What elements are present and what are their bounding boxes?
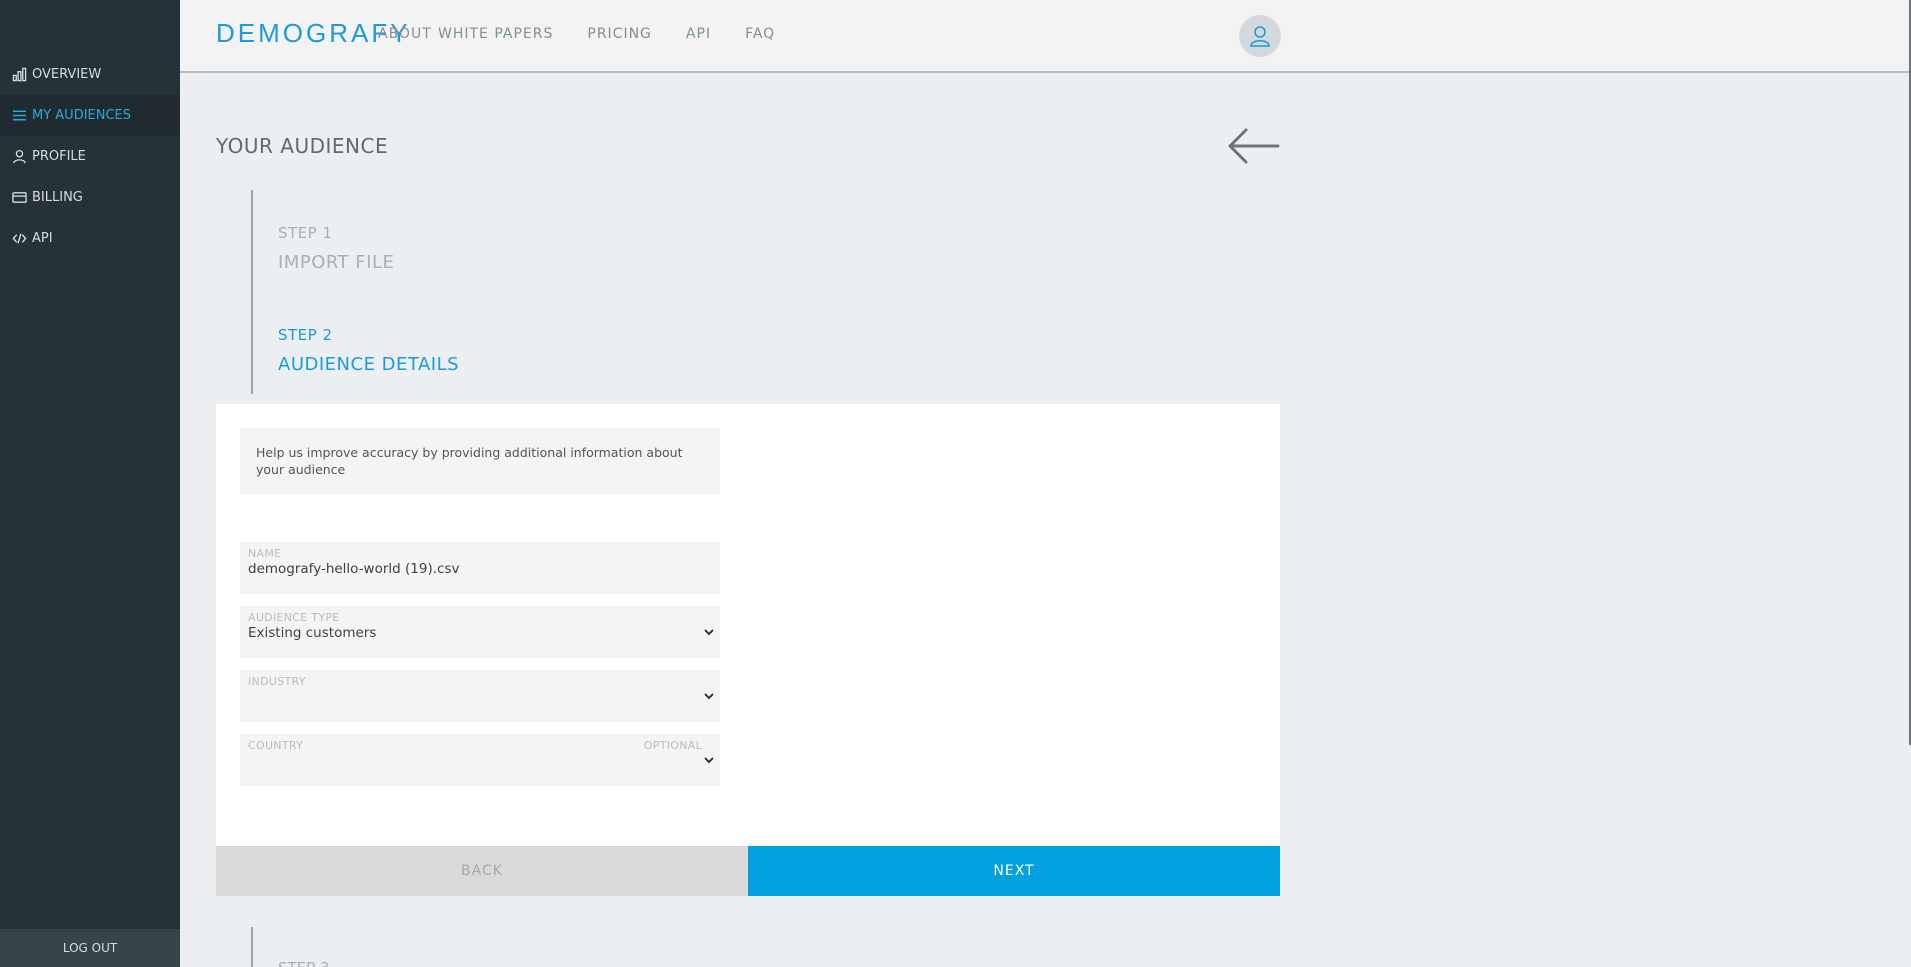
credit-card-icon bbox=[11, 190, 27, 206]
optional-label: OPTIONAL bbox=[643, 739, 702, 752]
audience-details-card: Help us improve accuracy by providing ad… bbox=[216, 404, 1280, 846]
step-2-title: AUDIENCE DETAILS bbox=[278, 354, 460, 375]
sidebar-item-overview[interactable]: OVERVIEW bbox=[0, 54, 180, 95]
sidebar-item-api[interactable]: API bbox=[0, 218, 180, 259]
step-divider bbox=[251, 190, 253, 394]
select-value: Existing customers bbox=[248, 625, 377, 641]
field-label: NAME bbox=[248, 547, 282, 560]
name-input[interactable]: demografy-hello-world (19).csv bbox=[248, 561, 459, 577]
step-divider bbox=[251, 927, 253, 967]
sidebar-item-label: BILLING bbox=[32, 190, 83, 205]
industry-select[interactable]: INDUSTRY bbox=[240, 670, 720, 722]
user-icon bbox=[11, 149, 27, 165]
sidebar-item-billing[interactable]: BILLING bbox=[0, 177, 180, 218]
name-field[interactable]: NAME demografy-hello-world (19).csv bbox=[240, 542, 720, 594]
nav-white-papers[interactable]: WHITE PAPERS bbox=[438, 26, 553, 42]
sidebar-item-profile[interactable]: PROFILE bbox=[0, 136, 180, 177]
top-header: DEMOGRAFY ABOUT WHITE PAPERS PRICING API… bbox=[180, 0, 1911, 73]
field-label: INDUSTRY bbox=[248, 675, 306, 688]
nav-api[interactable]: API bbox=[686, 26, 711, 42]
page-title: YOUR AUDIENCE bbox=[216, 134, 389, 158]
sidebar-item-label: MY AUDIENCES bbox=[32, 108, 132, 123]
sidebar-item-label: OVERVIEW bbox=[32, 67, 102, 82]
chevron-down-icon bbox=[704, 693, 714, 700]
country-select[interactable]: COUNTRY OPTIONAL bbox=[240, 734, 720, 786]
field-label: COUNTRY bbox=[248, 739, 304, 752]
step-3-number: STEP 3 bbox=[278, 959, 330, 967]
user-avatar-icon[interactable] bbox=[1239, 15, 1281, 57]
sidebar-item-label: PROFILE bbox=[32, 149, 86, 164]
chevron-down-icon bbox=[704, 629, 714, 636]
audience-type-select[interactable]: AUDIENCE TYPE Existing customers bbox=[240, 606, 720, 658]
sidebar-nav: OVERVIEW MY AUDIENCES PROFILE BILLING AP… bbox=[0, 54, 180, 259]
nav-about[interactable]: ABOUT bbox=[378, 26, 432, 42]
nav-pricing[interactable]: PRICING bbox=[587, 26, 652, 42]
code-icon bbox=[11, 231, 27, 247]
info-message: Help us improve accuracy by providing ad… bbox=[240, 428, 720, 494]
chevron-down-icon bbox=[704, 757, 714, 764]
step-2-number: STEP 2 bbox=[278, 326, 333, 344]
back-arrow-icon[interactable] bbox=[1226, 126, 1282, 166]
sidebar-item-my-audiences[interactable]: MY AUDIENCES bbox=[0, 95, 180, 136]
next-button[interactable]: NEXT bbox=[748, 846, 1280, 896]
step-1-number: STEP 1 bbox=[278, 224, 333, 242]
sidebar: OVERVIEW MY AUDIENCES PROFILE BILLING AP… bbox=[0, 0, 180, 967]
field-label: AUDIENCE TYPE bbox=[248, 611, 340, 624]
top-nav: ABOUT WHITE PAPERS PRICING API FAQ bbox=[378, 26, 809, 42]
bar-chart-icon bbox=[11, 67, 27, 83]
nav-faq[interactable]: FAQ bbox=[745, 26, 775, 42]
back-button[interactable]: BACK bbox=[216, 846, 748, 896]
menu-icon bbox=[11, 108, 27, 124]
sidebar-item-label: API bbox=[32, 231, 53, 246]
step-1-title[interactable]: IMPORT FILE bbox=[278, 252, 394, 273]
logout-button[interactable]: LOG OUT bbox=[0, 929, 180, 967]
